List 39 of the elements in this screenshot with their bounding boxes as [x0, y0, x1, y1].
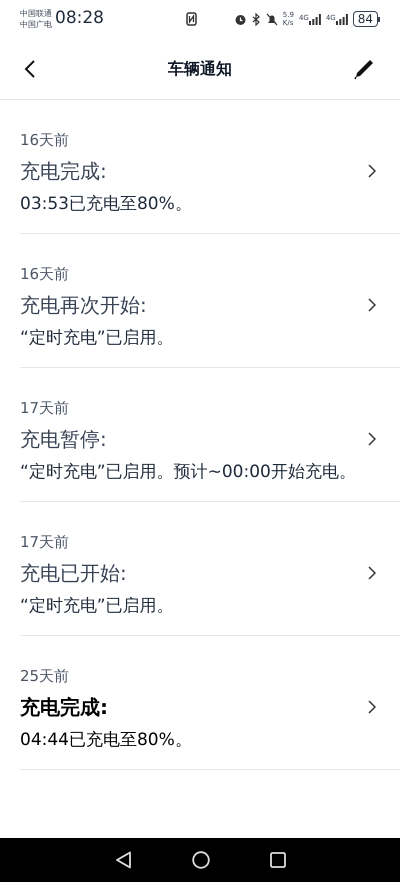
notification-message: “定时充电”已启用。预计~00:00开始充电。 — [20, 461, 357, 484]
recents-nav-icon[interactable] — [270, 852, 286, 868]
notification-item[interactable]: 25天前 充电完成: 04:44已充电至80%。 — [0, 636, 400, 769]
notification-time: 25天前 — [20, 666, 70, 687]
notification-time: 17天前 — [20, 532, 70, 553]
bluetooth-icon — [252, 12, 261, 26]
notification-message: 03:53已充电至80%。 — [20, 193, 193, 216]
notification-item[interactable]: 17天前 充电暂停: “定时充电”已启用。预计~00:00开始充电。 — [0, 368, 400, 501]
notification-time: 16天前 — [20, 130, 70, 151]
notification-time: 17天前 — [20, 398, 70, 419]
nfc-icon — [186, 12, 197, 26]
notification-item[interactable]: 16天前 充电完成: 03:53已充电至80%。 — [0, 100, 400, 233]
clock-time: 08:28 — [55, 7, 104, 30]
notification-item[interactable]: 16天前 充电再次开始: “定时充电”已启用。 — [0, 234, 400, 367]
muted-bell-icon — [266, 12, 278, 26]
notification-title: 充电已开始: — [20, 560, 127, 587]
notification-title: 充电暂停: — [20, 426, 107, 453]
signal-icon — [308, 14, 321, 24]
battery-indicator: 84 — [352, 11, 380, 27]
notification-title: 充电完成: — [20, 694, 108, 721]
notification-title: 充电再次开始: — [20, 292, 147, 319]
notification-message: “定时充电”已启用。 — [20, 327, 175, 350]
page-title: 车辆通知 — [168, 58, 232, 80]
chevron-right-icon — [368, 164, 376, 178]
notification-time: 16天前 — [20, 264, 70, 285]
notification-item[interactable]: 17天前 充电已开始: “定时充电”已启用。 — [0, 502, 400, 635]
chevron-right-icon — [368, 432, 376, 446]
home-nav-icon[interactable] — [192, 851, 210, 869]
alarm-icon — [234, 12, 247, 26]
notification-title: 充电完成: — [20, 158, 107, 185]
chevron-right-icon — [368, 298, 376, 312]
notification-message: “定时充电”已启用。 — [20, 595, 175, 618]
carrier-name: 中国广电 — [20, 19, 52, 30]
chevron-right-icon — [368, 700, 376, 714]
notification-message: 04:44已充电至80%。 — [20, 729, 193, 752]
signal-icon — [336, 14, 348, 24]
chevron-right-icon — [368, 566, 376, 580]
back-nav-icon[interactable] — [114, 851, 132, 869]
carrier-name: 中国联通 — [20, 8, 52, 19]
